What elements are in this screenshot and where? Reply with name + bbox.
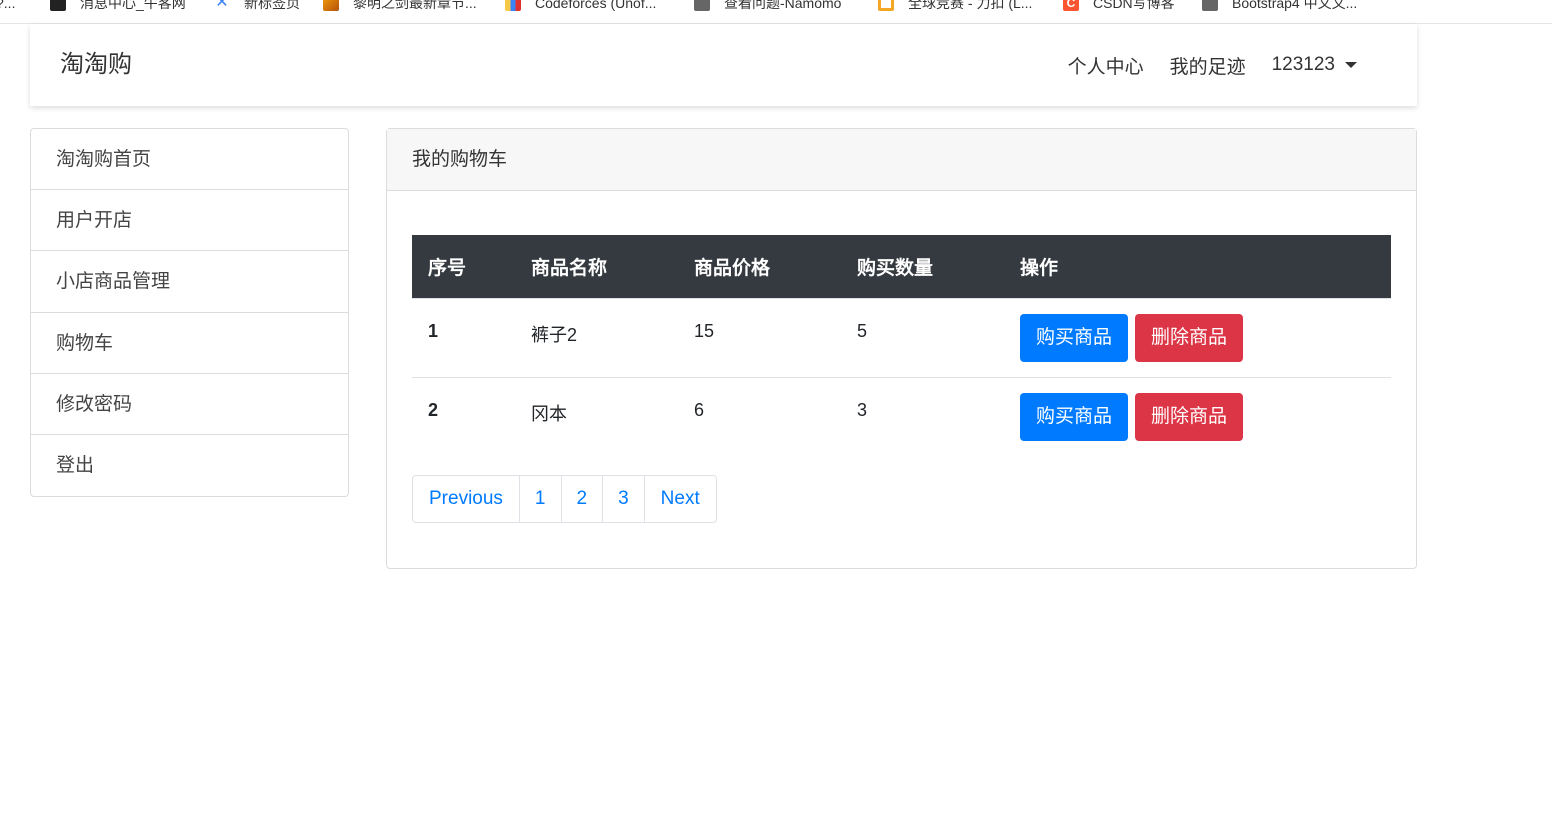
column-header: 序号 <box>428 257 467 279</box>
table-row: 2 冈本 6 3 购买商品 删除商品 <box>412 377 1391 456</box>
bookmark-item[interactable]: 全球竞赛 - 力扣 (L... <box>878 0 1032 14</box>
bookmark-item[interactable]: C CSDN写博客 <box>1063 0 1175 14</box>
product-qty: 3 <box>857 399 868 420</box>
column-header: 购买数量 <box>857 257 934 279</box>
delete-button[interactable]: 删除商品 <box>1135 313 1244 362</box>
globe-icon <box>694 0 710 11</box>
user-dropdown[interactable]: 123123 <box>1272 54 1357 76</box>
row-actions: 购买商品 删除商品 <box>1004 298 1391 377</box>
buy-button[interactable]: 购买商品 <box>1020 392 1129 441</box>
table-header-row: 序号 商品名称 商品价格 购买数量 操作 <box>412 235 1391 298</box>
column-header: 商品价格 <box>694 257 771 279</box>
bookmark-truncated[interactable]: ?... <box>0 0 15 14</box>
product-qty: 5 <box>857 320 868 341</box>
bookmarks-bar: ?... 消息中心_牛客网 ✕ 新标签页 黎明之剑最新章节... Codefor… <box>0 0 1552 24</box>
nav-link-history[interactable]: 我的足迹 <box>1170 52 1246 79</box>
brand-logo[interactable]: 淘淘购 <box>60 24 132 106</box>
bookmark-item[interactable]: 消息中心_牛客网 <box>50 0 186 14</box>
bookmark-item[interactable]: ✕ 新标签页 <box>214 0 300 14</box>
product-price: 6 <box>694 399 705 420</box>
sidebar-item-open-shop[interactable]: 用户开店 <box>31 190 348 252</box>
buy-button[interactable]: 购买商品 <box>1020 313 1129 362</box>
product-name: 冈本 <box>531 403 567 424</box>
csdn-icon: C <box>1063 0 1079 11</box>
nav-links: 个人中心 我的足迹 123123 <box>1042 24 1357 106</box>
row-index: 2 <box>428 399 439 420</box>
codeforces-icon <box>505 0 521 11</box>
column-header: 操作 <box>1020 257 1059 279</box>
sidebar-item-change-password[interactable]: 修改密码 <box>31 374 348 435</box>
bookmark-item[interactable]: 查看问题-Namomo <box>694 0 841 14</box>
caret-down-icon <box>1345 62 1357 68</box>
bookmark-item[interactable]: Codeforces (Unof... <box>505 0 656 14</box>
page-link-2[interactable]: 2 <box>562 476 604 522</box>
sidebar-item-shop-products[interactable]: 小店商品管理 <box>31 251 348 313</box>
product-name: 裤子2 <box>531 324 578 345</box>
globe-icon <box>1202 0 1218 11</box>
product-price: 15 <box>694 320 715 341</box>
column-header: 商品名称 <box>531 257 608 279</box>
delete-button[interactable]: 删除商品 <box>1135 392 1244 441</box>
niuke-icon <box>50 0 66 11</box>
bookmark-item[interactable]: Bootstrap4 中文文... <box>1202 0 1357 14</box>
nav-link-profile[interactable]: 个人中心 <box>1068 52 1144 79</box>
card-title: 我的购物车 <box>387 129 1416 191</box>
book-icon <box>323 0 339 11</box>
cart-table: 序号 商品名称 商品价格 购买数量 操作 1 裤子2 15 5 购买商品 删除商… <box>412 235 1391 456</box>
row-index: 1 <box>428 320 439 341</box>
table-row: 1 裤子2 15 5 购买商品 删除商品 <box>412 298 1391 377</box>
leetcode-icon <box>878 0 894 11</box>
user-name: 123123 <box>1271 54 1335 75</box>
x-icon: ✕ <box>215 0 229 11</box>
page-link-1[interactable]: 1 <box>520 476 562 522</box>
sidebar-item-logout[interactable]: 登出 <box>31 435 348 496</box>
page-previous[interactable]: Previous <box>413 476 520 522</box>
sidebar-item-cart[interactable]: 购物车 <box>31 313 348 374</box>
navbar: 淘淘购 个人中心 我的足迹 123123 <box>30 24 1417 106</box>
page-next[interactable]: Next <box>645 476 716 522</box>
bookmark-item[interactable]: 黎明之剑最新章节... <box>323 0 477 14</box>
pagination: Previous 1 2 3 Next <box>412 475 717 523</box>
row-actions: 购买商品 删除商品 <box>1004 377 1391 456</box>
sidebar-item-home[interactable]: 淘淘购首页 <box>31 129 348 191</box>
page-link-3[interactable]: 3 <box>603 476 645 522</box>
sidebar: 淘淘购首页 用户开店 小店商品管理 购物车 修改密码 登出 <box>30 128 349 498</box>
cart-card: 我的购物车 序号 商品名称 商品价格 购买数量 操作 1 裤子2 15 5 购买… <box>386 128 1417 569</box>
